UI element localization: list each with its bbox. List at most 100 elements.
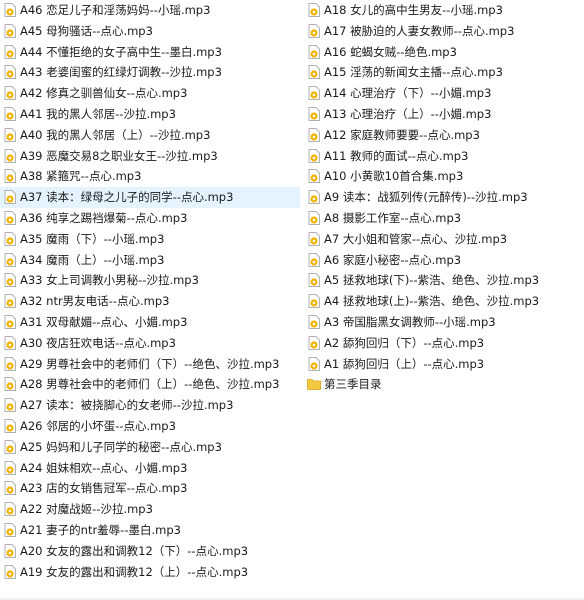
file-name: A3 帝国脂黑女调教师--小瑶.mp3 [324, 314, 496, 329]
audio-file-icon [4, 23, 16, 38]
file-item[interactable]: A4 拯救地球(上)--紫浩、绝色、沙拉.mp3 [304, 291, 584, 312]
file-name: A40 我的黑人邻居（上）--沙拉.mp3 [20, 127, 211, 142]
audio-file-icon [4, 543, 16, 558]
file-name: A44 不懂拒绝的女子高中生--墨白.mp3 [20, 44, 222, 59]
file-name: A9 读本：战狐列传(元醉传)--沙拉.mp3 [324, 190, 528, 205]
file-name: A7 大小姐和管家--点心、沙拉.mp3 [324, 231, 508, 246]
audio-file-icon [308, 127, 320, 142]
audio-file-icon [4, 210, 16, 225]
file-name: A5 拯救地球(下)--紫浩、绝色、沙拉.mp3 [324, 273, 540, 288]
file-item[interactable]: A20 女友的露出和调教12（下）--点心.mp3 [0, 541, 300, 562]
audio-file-icon [4, 522, 16, 537]
audio-file-icon [308, 335, 320, 350]
file-name: 第三季目录 [324, 377, 382, 392]
file-name: A24 姐妹相欢--点心、小媚.mp3 [20, 460, 188, 475]
audio-file-icon [4, 106, 16, 121]
file-name: A39 恶魔交易8之职业女王--沙拉.mp3 [20, 148, 218, 163]
file-item[interactable]: A36 纯享之踢裆爆菊--点心.mp3 [0, 208, 300, 229]
file-item[interactable]: A33 女上司调教小男秘--沙拉.mp3 [0, 270, 300, 291]
file-name: A46 恋足儿子和淫荡妈妈--小瑶.mp3 [20, 3, 211, 17]
audio-file-icon [4, 439, 16, 454]
file-item[interactable]: A44 不懂拒绝的女子高中生--墨白.mp3 [0, 42, 300, 63]
file-item[interactable]: A15 淫荡的新闻女主播--点心.mp3 [304, 62, 584, 83]
file-item[interactable]: A43 老婆闺蜜的红绿灯调教--沙拉.mp3 [0, 62, 300, 83]
audio-file-icon [308, 169, 320, 184]
audio-file-icon [4, 86, 16, 101]
audio-file-icon [4, 252, 16, 267]
file-name: A1 舔狗回归（上）--点心.mp3 [324, 356, 485, 371]
file-name: A41 我的黑人邻居--沙拉.mp3 [20, 106, 176, 121]
audio-file-icon [308, 273, 320, 288]
audio-file-icon [4, 3, 16, 17]
file-item[interactable]: A7 大小姐和管家--点心、沙拉.mp3 [304, 229, 584, 250]
file-list-right-column: A18 女儿的高中生男友--小瑶.mp3 A17 被胁迫的人妻女教师--点心.mp… [304, 0, 584, 395]
audio-file-icon [4, 169, 16, 184]
file-item[interactable]: A32 ntr男友电话--点心.mp3 [0, 291, 300, 312]
file-item[interactable]: A12 家庭教师要要--点心.mp3 [304, 125, 584, 146]
file-item[interactable]: A3 帝国脂黑女调教师--小瑶.mp3 [304, 312, 584, 333]
file-item[interactable]: A10 小黄歌10首合集.mp3 [304, 166, 584, 187]
file-item[interactable]: A45 母狗骚话--点心.mp3 [0, 21, 300, 42]
folder-item[interactable]: 第三季目录 [304, 374, 584, 395]
audio-file-icon [4, 231, 16, 246]
file-item[interactable]: A1 舔狗回归（上）--点心.mp3 [304, 354, 584, 375]
file-item[interactable]: A6 家庭小秘密--点心.mp3 [304, 250, 584, 271]
audio-file-icon [4, 481, 16, 496]
audio-file-icon [308, 23, 320, 38]
file-item[interactable]: A22 对魔战姬--沙拉.mp3 [0, 499, 300, 520]
file-item[interactable]: A26 邻居的小坏蛋--点心.mp3 [0, 416, 300, 437]
audio-file-icon [4, 502, 16, 517]
file-name: A25 妈妈和儿子同学的秘密--点心.mp3 [20, 439, 222, 454]
file-item[interactable]: A38 紧箍咒--点心.mp3 [0, 166, 300, 187]
audio-file-icon [308, 86, 320, 101]
file-item[interactable]: A14 心理治疗（下）--小媚.mp3 [304, 83, 584, 104]
file-item[interactable]: A23 店的女销售冠军--点心.mp3 [0, 478, 300, 499]
file-item[interactable]: A39 恶魔交易8之职业女王--沙拉.mp3 [0, 146, 300, 167]
file-name: A37 读本：绿母之儿子的同学--点心.mp3 [20, 190, 234, 205]
file-item[interactable]: A5 拯救地球(下)--紫浩、绝色、沙拉.mp3 [304, 270, 584, 291]
file-item[interactable]: A35 魔雨（下）--小瑶.mp3 [0, 229, 300, 250]
file-item[interactable]: A31 双母献媚--点心、小媚.mp3 [0, 312, 300, 333]
file-name: A43 老婆闺蜜的红绿灯调教--沙拉.mp3 [20, 65, 222, 80]
audio-file-icon [308, 106, 320, 121]
file-name: A22 对魔战姬--沙拉.mp3 [20, 502, 153, 517]
file-item[interactable]: A28 男尊社会中的老师们（上）--绝色、沙拉.mp3 [0, 374, 300, 395]
file-item[interactable]: A8 摄影工作室--点心.mp3 [304, 208, 584, 229]
file-item[interactable]: A16 蛇蝎女贼--绝色.mp3 [304, 42, 584, 63]
file-item[interactable]: A13 心理治疗（上）--小媚.mp3 [304, 104, 584, 125]
file-item[interactable]: A11 教师的面试--点心.mp3 [304, 146, 584, 167]
file-name: A32 ntr男友电话--点心.mp3 [20, 294, 170, 309]
file-name: A42 修真之驯兽仙女--点心.mp3 [20, 86, 188, 101]
audio-file-icon [4, 377, 16, 392]
file-item[interactable]: A17 被胁迫的人妻女教师--点心.mp3 [304, 21, 584, 42]
file-item[interactable]: A9 读本：战狐列传(元醉传)--沙拉.mp3 [304, 187, 584, 208]
file-item[interactable]: A41 我的黑人邻居--沙拉.mp3 [0, 104, 300, 125]
audio-file-icon [308, 3, 320, 17]
file-item[interactable]: A30 夜店狂欢电话--点心.mp3 [0, 333, 300, 354]
audio-file-icon [308, 252, 320, 267]
file-item[interactable]: A19 女友的露出和调教12（上）--点心.mp3 [0, 562, 300, 583]
file-item[interactable]: A18 女儿的高中生男友--小瑶.mp3 [304, 0, 584, 21]
file-item[interactable]: A46 恋足儿子和淫荡妈妈--小瑶.mp3 [0, 0, 300, 21]
file-name: A26 邻居的小坏蛋--点心.mp3 [20, 418, 176, 433]
audio-file-icon [308, 210, 320, 225]
file-item[interactable]: A34 魔雨（上）--小瑶.mp3 [0, 250, 300, 271]
file-name: A21 妻子的ntr羞辱--墨白.mp3 [20, 522, 181, 537]
file-name: A10 小黄歌10首合集.mp3 [324, 169, 464, 184]
file-item[interactable]: A37 读本：绿母之儿子的同学--点心.mp3 [0, 187, 300, 208]
file-name: A13 心理治疗（上）--小媚.mp3 [324, 106, 492, 121]
audio-file-icon [4, 564, 16, 579]
file-item[interactable]: A21 妻子的ntr羞辱--墨白.mp3 [0, 520, 300, 541]
file-item[interactable]: A2 舔狗回归（下）--点心.mp3 [304, 333, 584, 354]
file-item[interactable]: A42 修真之驯兽仙女--点心.mp3 [0, 83, 300, 104]
file-item[interactable]: A27 读本：被挠脚心的女老师--沙拉.mp3 [0, 395, 300, 416]
file-item[interactable]: A25 妈妈和儿子同学的秘密--点心.mp3 [0, 437, 300, 458]
file-item[interactable]: A40 我的黑人邻居（上）--沙拉.mp3 [0, 125, 300, 146]
audio-file-icon [308, 44, 320, 59]
file-name: A29 男尊社会中的老师们（下）--绝色、沙拉.mp3 [20, 356, 280, 371]
audio-file-icon [4, 460, 16, 475]
file-name: A35 魔雨（下）--小瑶.mp3 [20, 231, 165, 246]
file-item[interactable]: A29 男尊社会中的老师们（下）--绝色、沙拉.mp3 [0, 354, 300, 375]
file-item[interactable]: A24 姐妹相欢--点心、小媚.mp3 [0, 458, 300, 479]
file-name: A45 母狗骚话--点心.mp3 [20, 23, 153, 38]
